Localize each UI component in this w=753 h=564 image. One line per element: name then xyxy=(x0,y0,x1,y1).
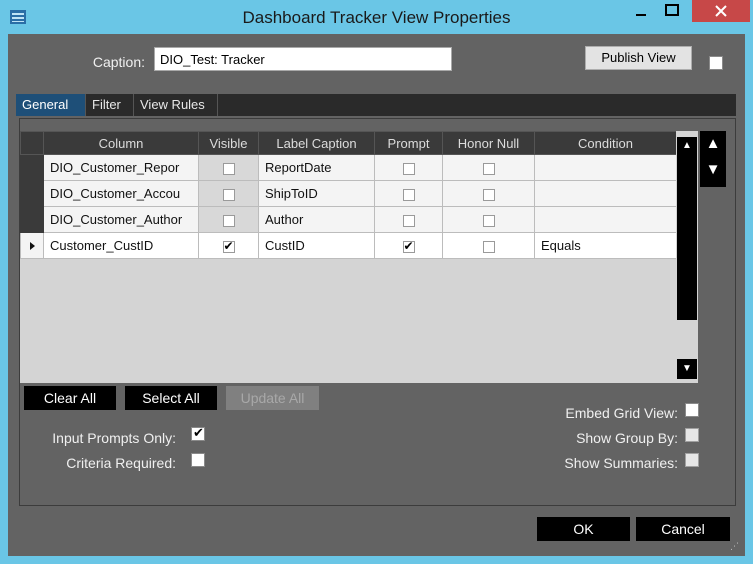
row-selector[interactable] xyxy=(20,206,44,233)
embed-grid-view-label: Embed Grid View: xyxy=(565,405,678,421)
prompt-checkbox[interactable] xyxy=(402,239,415,253)
honor-null-checkbox[interactable] xyxy=(482,162,495,175)
cell-label-caption[interactable]: CustID xyxy=(258,232,375,259)
cell-column[interactable]: Customer_CustID xyxy=(43,232,199,259)
cell-prompt[interactable] xyxy=(374,206,443,233)
update-all-button[interactable]: Update All xyxy=(226,386,319,410)
grid-header-column[interactable]: Column xyxy=(43,131,199,155)
scroll-up-button[interactable]: ▲ xyxy=(677,137,697,155)
resize-grip-icon[interactable]: ⋰ xyxy=(730,541,742,553)
cell-column[interactable]: DIO_Customer_Repor xyxy=(43,154,199,181)
input-prompts-only-label: Input Prompts Only: xyxy=(52,430,176,446)
cancel-button[interactable]: Cancel xyxy=(636,517,730,541)
tab-bar: General Filter View Rules xyxy=(16,94,736,116)
tab-general[interactable]: General xyxy=(16,94,86,116)
select-all-button[interactable]: Select All xyxy=(125,386,217,410)
criteria-required-checkbox[interactable] xyxy=(191,453,205,467)
row-selector[interactable] xyxy=(20,232,44,259)
grid-scrollbar[interactable]: ▲ ▼ xyxy=(676,131,698,383)
visible-checkbox[interactable] xyxy=(222,239,235,253)
minimize-icon xyxy=(636,14,646,16)
maximize-icon xyxy=(665,4,679,16)
cell-condition[interactable] xyxy=(534,206,677,233)
tab-filter[interactable]: Filter xyxy=(86,94,134,116)
criteria-required-label: Criteria Required: xyxy=(66,455,176,471)
cell-label-caption[interactable]: Author xyxy=(258,206,375,233)
minimize-button[interactable] xyxy=(626,0,656,22)
cell-visible[interactable] xyxy=(198,154,259,181)
embed-grid-view-checkbox[interactable] xyxy=(685,403,699,417)
prompt-checkbox[interactable] xyxy=(402,188,415,201)
cell-honor-null[interactable] xyxy=(442,206,535,233)
grid-header-row: Column Visible Label Caption Prompt Hono… xyxy=(20,131,677,155)
row-selector[interactable] xyxy=(20,180,44,207)
caption-input[interactable] xyxy=(154,47,452,71)
scroll-thumb[interactable] xyxy=(677,155,697,320)
table-row[interactable]: Customer_CustID CustID Equals xyxy=(20,232,677,259)
row-selector[interactable] xyxy=(20,154,44,181)
current-row-icon xyxy=(29,242,35,250)
move-row-up-button[interactable]: ▲ xyxy=(700,135,726,152)
visible-checkbox[interactable] xyxy=(222,214,235,227)
cell-label-caption[interactable]: ShipToID xyxy=(258,180,375,207)
grid-header-condition[interactable]: Condition xyxy=(534,131,677,155)
cell-prompt[interactable] xyxy=(374,154,443,181)
cell-visible[interactable] xyxy=(198,180,259,207)
columns-grid: Column Visible Label Caption Prompt Hono… xyxy=(20,131,677,383)
move-row-down-button[interactable]: ▼ xyxy=(700,161,726,178)
scroll-down-button[interactable]: ▼ xyxy=(677,359,697,379)
honor-null-checkbox[interactable] xyxy=(482,214,495,227)
dialog-body: Caption: Publish View General Filter Vie… xyxy=(8,34,745,556)
close-icon xyxy=(715,5,727,17)
tab-view-rules[interactable]: View Rules xyxy=(134,94,218,116)
honor-null-checkbox[interactable] xyxy=(482,240,495,253)
input-prompts-only-checkbox[interactable] xyxy=(191,425,205,441)
cell-condition[interactable]: Equals xyxy=(534,232,677,259)
cell-column[interactable]: DIO_Customer_Author xyxy=(43,206,199,233)
maximize-button[interactable] xyxy=(657,0,687,22)
title-bar: Dashboard Tracker View Properties xyxy=(0,0,753,34)
columns-table: Column Visible Label Caption Prompt Hono… xyxy=(20,131,677,259)
cell-honor-null[interactable] xyxy=(442,154,535,181)
table-row[interactable]: DIO_Customer_Repor ReportDate xyxy=(20,154,677,181)
grid-header-honor-null[interactable]: Honor Null xyxy=(442,131,535,155)
prompt-checkbox[interactable] xyxy=(402,214,415,227)
grid-header-selector xyxy=(20,131,44,155)
cell-column[interactable]: DIO_Customer_Accou xyxy=(43,180,199,207)
cell-prompt[interactable] xyxy=(374,180,443,207)
cell-prompt[interactable] xyxy=(374,232,443,259)
close-button[interactable] xyxy=(692,0,750,22)
grid-header-prompt[interactable]: Prompt xyxy=(374,131,443,155)
visible-checkbox[interactable] xyxy=(222,188,235,201)
cell-visible[interactable] xyxy=(198,206,259,233)
cell-honor-null[interactable] xyxy=(442,232,535,259)
cell-visible[interactable] xyxy=(198,232,259,259)
clear-all-button[interactable]: Clear All xyxy=(24,386,116,410)
show-group-by-checkbox[interactable] xyxy=(685,428,699,442)
cell-honor-null[interactable] xyxy=(442,180,535,207)
honor-null-checkbox[interactable] xyxy=(482,188,495,201)
visible-checkbox[interactable] xyxy=(222,162,235,175)
grid-header-label-caption[interactable]: Label Caption xyxy=(258,131,375,155)
show-summaries-label: Show Summaries: xyxy=(564,455,678,471)
publish-view-checkbox[interactable] xyxy=(709,56,723,70)
caption-label: Caption: xyxy=(92,54,145,70)
publish-view-button[interactable]: Publish View xyxy=(585,46,692,70)
row-move-controls: ▲ ▼ xyxy=(700,131,726,187)
table-row[interactable]: DIO_Customer_Author Author xyxy=(20,206,677,233)
show-group-by-label: Show Group By: xyxy=(576,430,678,446)
prompt-checkbox[interactable] xyxy=(402,162,415,175)
ok-button[interactable]: OK xyxy=(537,517,630,541)
grid-header-visible[interactable]: Visible xyxy=(198,131,259,155)
cell-label-caption[interactable]: ReportDate xyxy=(258,154,375,181)
table-row[interactable]: DIO_Customer_Accou ShipToID xyxy=(20,180,677,207)
show-summaries-checkbox[interactable] xyxy=(685,453,699,467)
cell-condition[interactable] xyxy=(534,154,677,181)
cell-condition[interactable] xyxy=(534,180,677,207)
